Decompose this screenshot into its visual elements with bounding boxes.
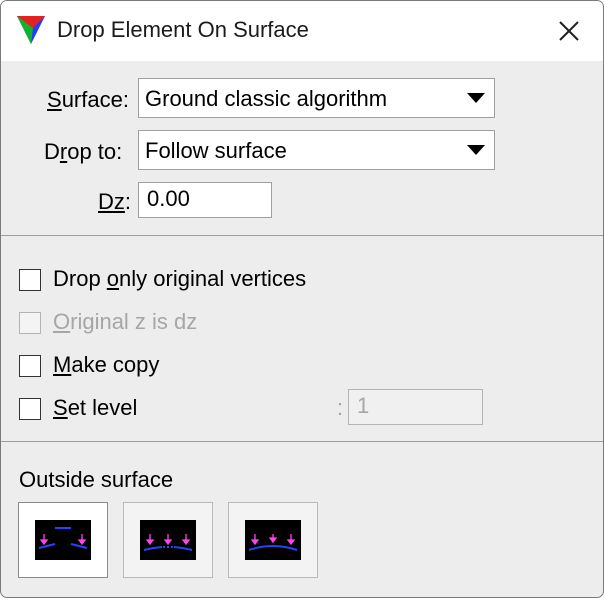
outside-option-extend-button[interactable] [228, 502, 318, 578]
dropdown-arrow-icon[interactable] [459, 132, 493, 168]
level-colon: : [337, 395, 344, 420]
title-bar: Drop Element On Surface [1, 1, 603, 61]
checkbox-box [19, 312, 41, 334]
checkbox-label: Drop only original vertices [53, 266, 307, 291]
checkbox-label: Original z is dz [53, 309, 198, 334]
outside-option-nearest-button[interactable] [123, 502, 213, 578]
checkbox-label: Set level [53, 395, 138, 420]
terrasolid-triangle-icon [16, 15, 46, 45]
surface-combobox[interactable]: Ground classic algorithm [138, 78, 495, 118]
outside-option-keep-button[interactable] [18, 502, 108, 578]
checkbox-box[interactable] [19, 398, 41, 420]
checkbox-box[interactable] [19, 269, 41, 291]
level-input: 1 [348, 389, 483, 425]
checkbox-label: Make copy [53, 352, 160, 377]
separator [1, 441, 603, 442]
surface-label: Surface: [47, 87, 129, 112]
drop-to-extended-icon [245, 520, 301, 560]
checkbox-box[interactable] [19, 355, 41, 377]
surface-value: Ground classic algorithm [145, 86, 388, 111]
close-button[interactable] [546, 11, 592, 51]
separator [1, 235, 603, 236]
dialog-window: Drop Element On Surface Surface: Ground … [0, 0, 604, 598]
drop-to-label: Drop to: [44, 139, 123, 164]
dz-input[interactable]: 0.00 [138, 182, 272, 218]
outside-surface-label: Outside surface [19, 467, 174, 492]
drop-to-nearest-icon [140, 520, 196, 560]
drop-to-combobox[interactable]: Follow surface [138, 130, 495, 170]
close-icon [559, 21, 579, 41]
dropdown-arrow-icon[interactable] [459, 80, 493, 116]
window-title: Drop Element On Surface [57, 17, 309, 42]
dz-label: Dz: [98, 189, 132, 214]
keep-original-icon [35, 520, 91, 560]
drop-to-value: Follow surface [145, 138, 287, 163]
